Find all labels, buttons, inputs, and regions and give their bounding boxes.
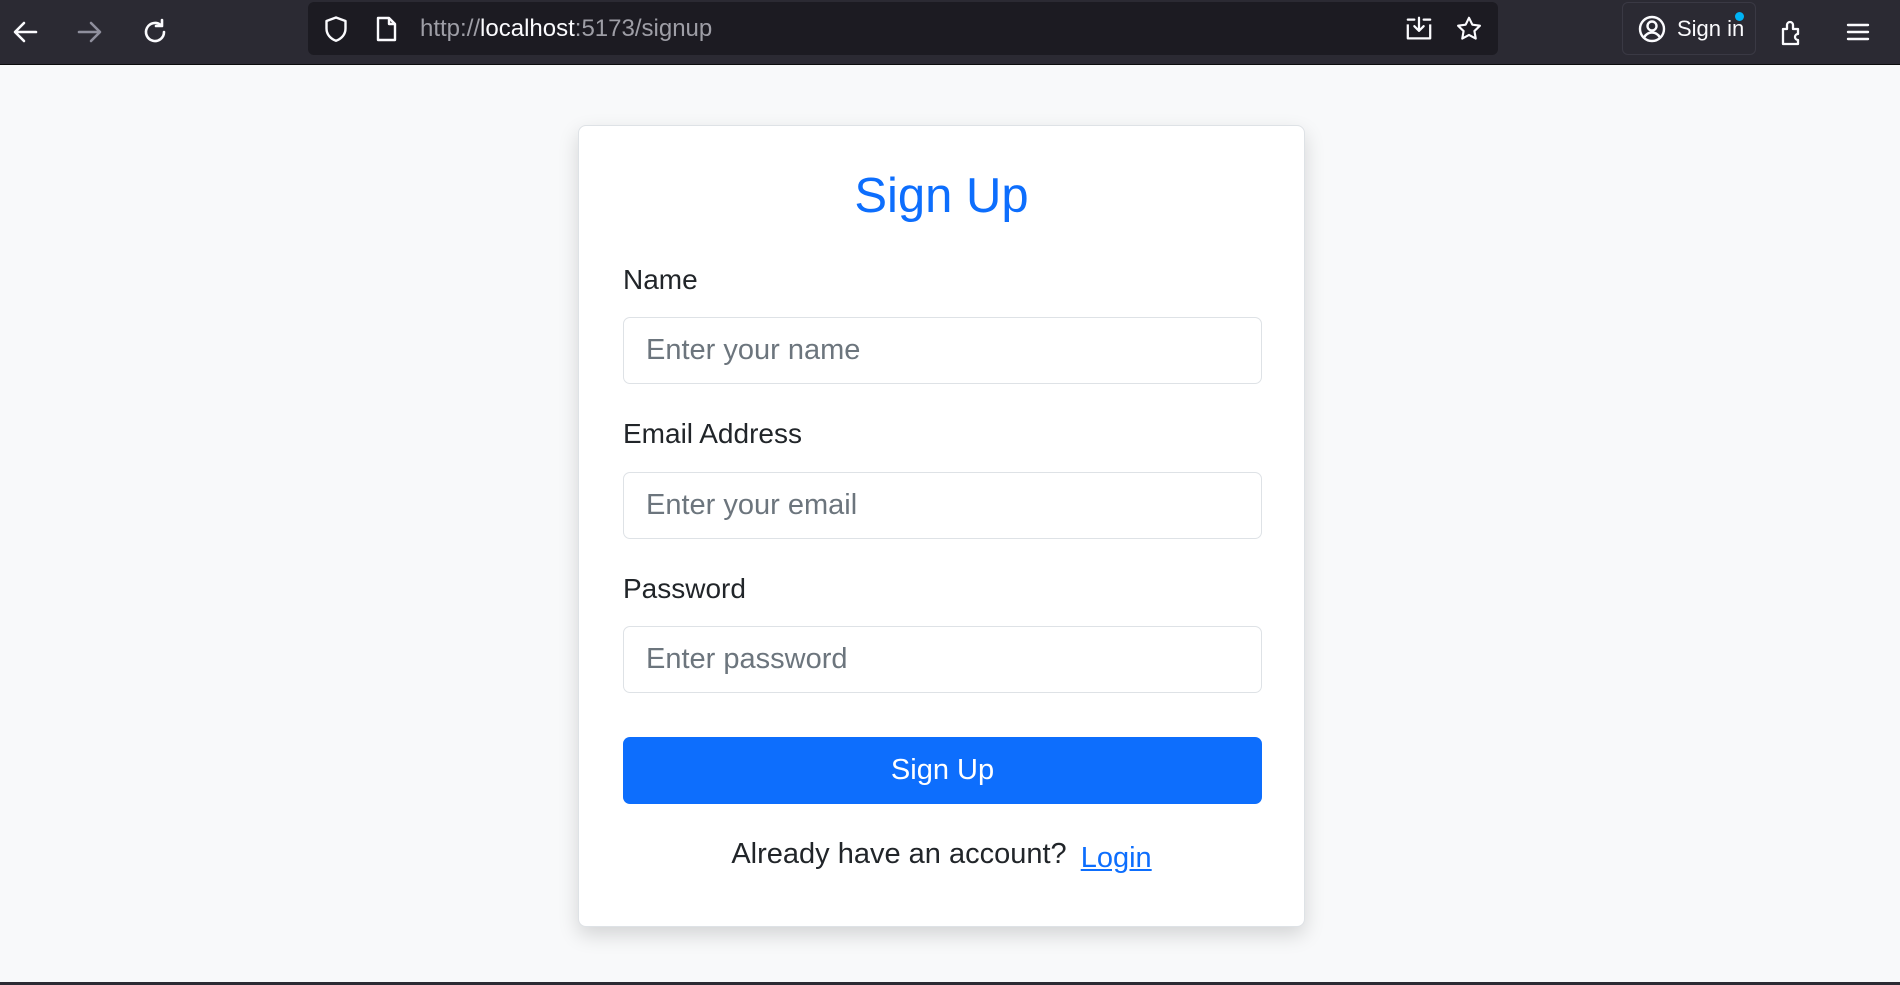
account-icon: [1638, 15, 1666, 42]
sign-up-button[interactable]: Sign Up: [623, 737, 1262, 804]
page-icon[interactable]: [372, 15, 400, 43]
hamburger-menu-icon: [1846, 23, 1870, 41]
password-label: Password: [623, 573, 746, 604]
url-bar[interactable]: http://localhost:5173/signup: [308, 2, 1498, 55]
sign-in-label: Sign in: [1677, 15, 1745, 41]
account-prompt-text: Already have an account?: [731, 838, 1067, 870]
login-prompt: Already have an account? Login: [579, 838, 1304, 874]
email-input[interactable]: [623, 472, 1262, 539]
url-host: localhost: [480, 15, 575, 42]
name-input[interactable]: [623, 317, 1262, 384]
signup-card: Sign Up Name Email Address Password Sign…: [578, 125, 1305, 927]
login-link[interactable]: Login: [1081, 842, 1152, 875]
forward-arrow-icon: [77, 21, 102, 43]
notification-dot: [1735, 12, 1744, 21]
url-scheme: http://: [420, 15, 481, 42]
back-arrow-icon: [13, 21, 38, 43]
tracking-protection-shield-icon[interactable]: [322, 15, 350, 43]
page-title: Sign Up: [854, 169, 1029, 223]
name-label: Name: [623, 264, 698, 295]
extensions-icon: [1781, 20, 1800, 46]
save-to-pocket-icon[interactable]: [1405, 15, 1433, 43]
url-text[interactable]: http://localhost:5173/signup: [420, 15, 712, 43]
password-input[interactable]: [623, 626, 1262, 693]
email-label: Email Address: [623, 418, 802, 449]
sign-in-button[interactable]: Sign in: [1622, 2, 1756, 55]
url-path: :5173/signup: [574, 15, 713, 42]
reload-button[interactable]: [132, 9, 178, 55]
browser-toolbar: http://localhost:5173/signup Sign in: [0, 0, 1900, 65]
reload-icon: [144, 18, 166, 43]
menu-button[interactable]: [1835, 9, 1881, 55]
back-button[interactable]: [2, 9, 48, 55]
forward-button[interactable]: [67, 9, 113, 55]
extensions-button[interactable]: [1770, 9, 1816, 55]
bookmark-star-icon[interactable]: [1455, 15, 1483, 43]
